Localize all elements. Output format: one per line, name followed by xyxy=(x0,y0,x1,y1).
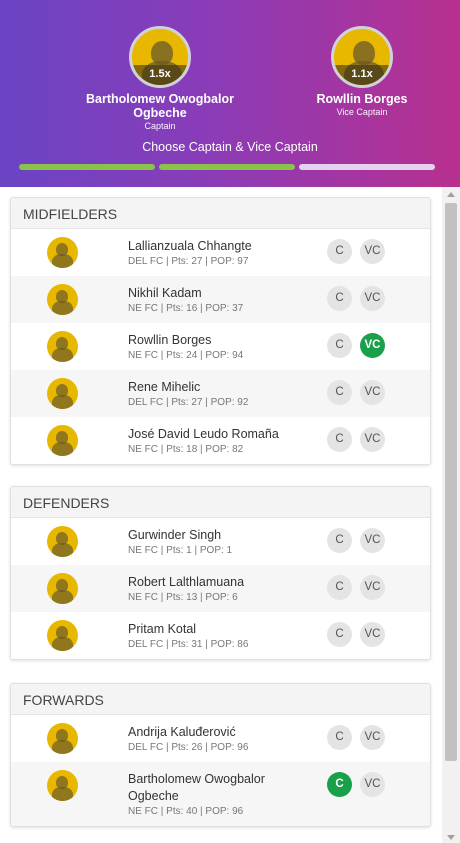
player-name: Gurwinder Singh xyxy=(128,528,222,542)
progress-segment xyxy=(159,164,295,170)
section-title: DEFENDERS xyxy=(11,487,430,518)
captain-button[interactable]: C xyxy=(327,622,352,647)
player-row: Bartholomew Owogbalor Ogbeche NE FC | Pts… xyxy=(11,762,430,826)
player-row: Pritam Kotal DEL FC | Pts: 31 | POP: 86 C V… xyxy=(11,612,430,659)
player-name: José David Leudo Romaña xyxy=(128,427,279,441)
section-midfielders: MIDFIELDERS Lallianzuala Chhangte DEL FC |… xyxy=(10,197,431,465)
player-stats: NE FC | Pts: 40 | POP: 96 xyxy=(128,806,244,817)
player-stats: NE FC | Pts: 1 | POP: 1 xyxy=(128,545,233,556)
captain-multiplier: 1.5x xyxy=(132,65,188,85)
player-avatar-icon xyxy=(47,620,78,651)
vice-captain-role: Vice Captain xyxy=(336,107,388,117)
player-row: Rowllin Borges NE FC | Pts: 24 | POP: 94 C… xyxy=(11,323,430,370)
captain-button[interactable]: C xyxy=(327,575,352,600)
scroll-down-icon[interactable] xyxy=(447,835,455,840)
player-avatar-icon xyxy=(47,378,78,409)
vice-captain-button[interactable]: VC xyxy=(360,575,385,600)
player-avatar-icon xyxy=(47,331,78,362)
captain-summary: 1.5x Bartholomew Owogbalor Ogbeche Capta… xyxy=(60,26,260,131)
header: 1.5x Bartholomew Owogbalor Ogbeche Capta… xyxy=(0,0,460,187)
player-name: Lallianzuala Chhangte xyxy=(128,239,252,253)
captain-avatar: 1.5x xyxy=(129,26,191,88)
captain-name: Bartholomew Owogbalor Ogbeche xyxy=(86,92,234,120)
captain-button[interactable]: C xyxy=(327,380,352,405)
captain-button[interactable]: C xyxy=(327,427,352,452)
captain-role: Captain xyxy=(144,121,176,131)
section-defenders: DEFENDERS Gurwinder Singh NE FC | Pts: 1 |… xyxy=(10,486,431,660)
captain-button[interactable]: C xyxy=(327,772,352,797)
captain-button[interactable]: C xyxy=(327,333,352,358)
vice-captain-button[interactable]: VC xyxy=(360,622,385,647)
player-avatar-icon xyxy=(47,770,78,801)
scrollbar-thumb[interactable] xyxy=(445,203,457,761)
player-avatar-icon xyxy=(47,723,78,754)
player-avatar-icon xyxy=(47,237,78,268)
player-stats: DEL FC | Pts: 27 | POP: 92 xyxy=(128,397,249,408)
section-title: MIDFIELDERS xyxy=(11,198,430,229)
scrollbar[interactable] xyxy=(442,187,460,843)
player-row: Nikhil Kadam NE FC | Pts: 16 | POP: 37 C VC xyxy=(11,276,430,323)
captain-button[interactable]: C xyxy=(327,239,352,264)
player-row: Lallianzuala Chhangte DEL FC | Pts: 27 | … xyxy=(11,229,430,276)
player-row: José David Leudo Romaña NE FC | Pts: 18 |… xyxy=(11,417,430,464)
section-title: FORWARDS xyxy=(11,684,430,715)
vice-captain-button[interactable]: VC xyxy=(360,380,385,405)
section-forwards: FORWARDS Andrija Kaluđerović DEL FC | Pts:… xyxy=(10,683,431,827)
vice-captain-button[interactable]: VC xyxy=(360,772,385,797)
player-row: Gurwinder Singh NE FC | Pts: 1 | POP: 1 CV… xyxy=(11,518,430,565)
player-name: Andrija Kaluđerović xyxy=(128,725,236,739)
player-stats: NE FC | Pts: 18 | POP: 82 xyxy=(128,444,244,455)
vice-captain-button[interactable]: VC xyxy=(360,286,385,311)
progress-segment xyxy=(299,164,435,170)
captain-button[interactable]: C xyxy=(327,725,352,750)
player-stats: NE FC | Pts: 13 | POP: 6 xyxy=(128,592,238,603)
player-stats: NE FC | Pts: 24 | POP: 94 xyxy=(128,350,244,361)
player-row: Rene Mihelic DEL FC | Pts: 27 | POP: 92 C V… xyxy=(11,370,430,417)
player-avatar-icon xyxy=(47,573,78,604)
player-name: Pritam Kotal xyxy=(128,622,197,636)
vice-captain-multiplier: 1.1x xyxy=(334,65,390,85)
player-stats: NE FC | Pts: 16 | POP: 37 xyxy=(128,303,244,314)
captain-button[interactable]: C xyxy=(327,528,352,553)
vice-captain-button[interactable]: VC xyxy=(360,427,385,452)
captain-button[interactable]: C xyxy=(327,286,352,311)
player-list: MIDFIELDERS Lallianzuala Chhangte DEL FC |… xyxy=(0,187,440,843)
player-name: Bartholomew Owogbalor Ogbeche xyxy=(128,772,265,803)
vice-captain-summary: 1.1x Rowllin Borges Vice Captain xyxy=(262,26,460,117)
step-progress xyxy=(19,164,435,170)
vice-captain-button[interactable]: VC xyxy=(360,333,385,358)
player-avatar-icon xyxy=(47,284,78,315)
player-name: Rowllin Borges xyxy=(128,333,212,347)
scroll-up-icon[interactable] xyxy=(447,192,455,197)
player-stats: DEL FC | Pts: 26 | POP: 96 xyxy=(128,742,249,753)
player-stats: DEL FC | Pts: 27 | POP: 97 xyxy=(128,256,249,267)
vice-captain-name: Rowllin Borges xyxy=(316,92,408,106)
vice-captain-button[interactable]: VC xyxy=(360,239,385,264)
page-title: Choose Captain & Vice Captain xyxy=(142,140,318,154)
vice-captain-avatar: 1.1x xyxy=(331,26,393,88)
player-name: Rene Mihelic xyxy=(128,380,201,394)
player-name: Robert Lalthlamuana xyxy=(128,575,245,589)
progress-segment xyxy=(19,164,155,170)
player-row: Robert Lalthlamuana NE FC | Pts: 13 | POP… xyxy=(11,565,430,612)
player-name: Nikhil Kadam xyxy=(128,286,202,300)
player-avatar-icon xyxy=(47,425,78,456)
vice-captain-button[interactable]: VC xyxy=(360,528,385,553)
vice-captain-button[interactable]: VC xyxy=(360,725,385,750)
player-avatar-icon xyxy=(47,526,78,557)
player-stats: DEL FC | Pts: 31 | POP: 86 xyxy=(128,639,249,650)
player-row: Andrija Kaluđerović DEL FC | Pts: 26 | PO… xyxy=(11,715,430,762)
